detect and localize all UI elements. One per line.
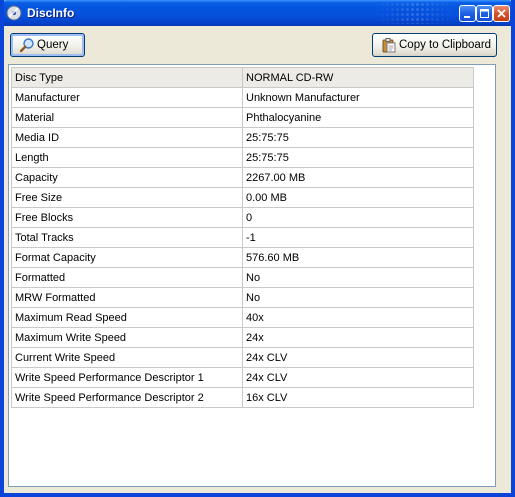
- property-value: 25:75:75: [242, 127, 474, 148]
- property-name: MRW Formatted: [11, 287, 243, 308]
- property-value: 0: [242, 207, 474, 228]
- disc-properties-list[interactable]: Disc Type NORMAL CD-RW Manufacturer Unkn…: [8, 64, 496, 487]
- table-row[interactable]: Length 25:75:75: [11, 147, 474, 168]
- property-value: -1: [242, 227, 474, 248]
- table-row[interactable]: Current Write Speed 24x CLV: [11, 347, 474, 368]
- property-value: 24x CLV: [242, 367, 474, 388]
- minimize-button[interactable]: [459, 5, 476, 22]
- table-row[interactable]: Capacity 2267.00 MB: [11, 167, 474, 188]
- property-name: Disc Type: [11, 67, 243, 88]
- property-name: Format Capacity: [11, 247, 243, 268]
- query-button[interactable]: Query: [10, 33, 85, 57]
- close-icon: [497, 9, 506, 18]
- property-value: 24x: [242, 327, 474, 348]
- table-row[interactable]: Free Size 0.00 MB: [11, 187, 474, 208]
- window-title: DiscInfo: [27, 6, 75, 20]
- table-row[interactable]: Maximum Read Speed 40x: [11, 307, 474, 328]
- property-value: 0.00 MB: [242, 187, 474, 208]
- copy-button-label: Copy to Clipboard: [399, 39, 492, 51]
- query-button-label: Query: [37, 39, 69, 51]
- property-name: Write Speed Performance Descriptor 2: [11, 387, 243, 408]
- property-name: Capacity: [11, 167, 243, 188]
- table-row[interactable]: Manufacturer Unknown Manufacturer: [11, 87, 474, 108]
- property-value: 24x CLV: [242, 347, 474, 368]
- maximize-icon: [480, 9, 489, 18]
- title-bar-pattern: [375, 2, 455, 24]
- property-name: Maximum Read Speed: [11, 307, 243, 328]
- disc-icon[interactable]: [6, 5, 22, 21]
- property-name: Free Blocks: [11, 207, 243, 228]
- discinfo-window: DiscInfo Query Copy to Clipboard Disc Ty…: [0, 0, 515, 497]
- property-name: Material: [11, 107, 243, 128]
- table-row[interactable]: MRW Formatted No: [11, 287, 474, 308]
- properties-table: Disc Type NORMAL CD-RW Manufacturer Unkn…: [11, 67, 474, 408]
- table-row[interactable]: Write Speed Performance Descriptor 2 16x…: [11, 387, 474, 408]
- table-row[interactable]: Write Speed Performance Descriptor 1 24x…: [11, 367, 474, 388]
- property-name: Media ID: [11, 127, 243, 148]
- property-name: Maximum Write Speed: [11, 327, 243, 348]
- table-row[interactable]: Total Tracks -1: [11, 227, 474, 248]
- table-row[interactable]: Format Capacity 576.60 MB: [11, 247, 474, 268]
- copy-to-clipboard-button[interactable]: Copy to Clipboard: [372, 33, 497, 57]
- close-button[interactable]: [493, 5, 510, 22]
- property-name: Manufacturer: [11, 87, 243, 108]
- property-value: 25:75:75: [242, 147, 474, 168]
- property-name: Length: [11, 147, 243, 168]
- property-name: Current Write Speed: [11, 347, 243, 368]
- table-row[interactable]: Maximum Write Speed 24x: [11, 327, 474, 348]
- magnifier-icon: [19, 37, 35, 53]
- title-bar[interactable]: DiscInfo: [4, 0, 511, 26]
- table-row[interactable]: Media ID 25:75:75: [11, 127, 474, 148]
- property-value: No: [242, 287, 474, 308]
- property-name: Write Speed Performance Descriptor 1: [11, 367, 243, 388]
- property-value: 16x CLV: [242, 387, 474, 408]
- table-row[interactable]: Formatted No: [11, 267, 474, 288]
- property-value: No: [242, 267, 474, 288]
- property-value: Phthalocyanine: [242, 107, 474, 128]
- property-value: Unknown Manufacturer: [242, 87, 474, 108]
- property-name: Total Tracks: [11, 227, 243, 248]
- property-value: 2267.00 MB: [242, 167, 474, 188]
- maximize-button[interactable]: [476, 5, 493, 22]
- table-row[interactable]: Disc Type NORMAL CD-RW: [11, 67, 474, 88]
- property-name: Formatted: [11, 267, 243, 288]
- property-value: 40x: [242, 307, 474, 328]
- clipboard-icon: [381, 37, 397, 53]
- minimize-icon: [464, 16, 470, 18]
- property-name: Free Size: [11, 187, 243, 208]
- table-row[interactable]: Free Blocks 0: [11, 207, 474, 228]
- table-row[interactable]: Material Phthalocyanine: [11, 107, 474, 128]
- property-value: NORMAL CD-RW: [242, 67, 474, 88]
- property-value: 576.60 MB: [242, 247, 474, 268]
